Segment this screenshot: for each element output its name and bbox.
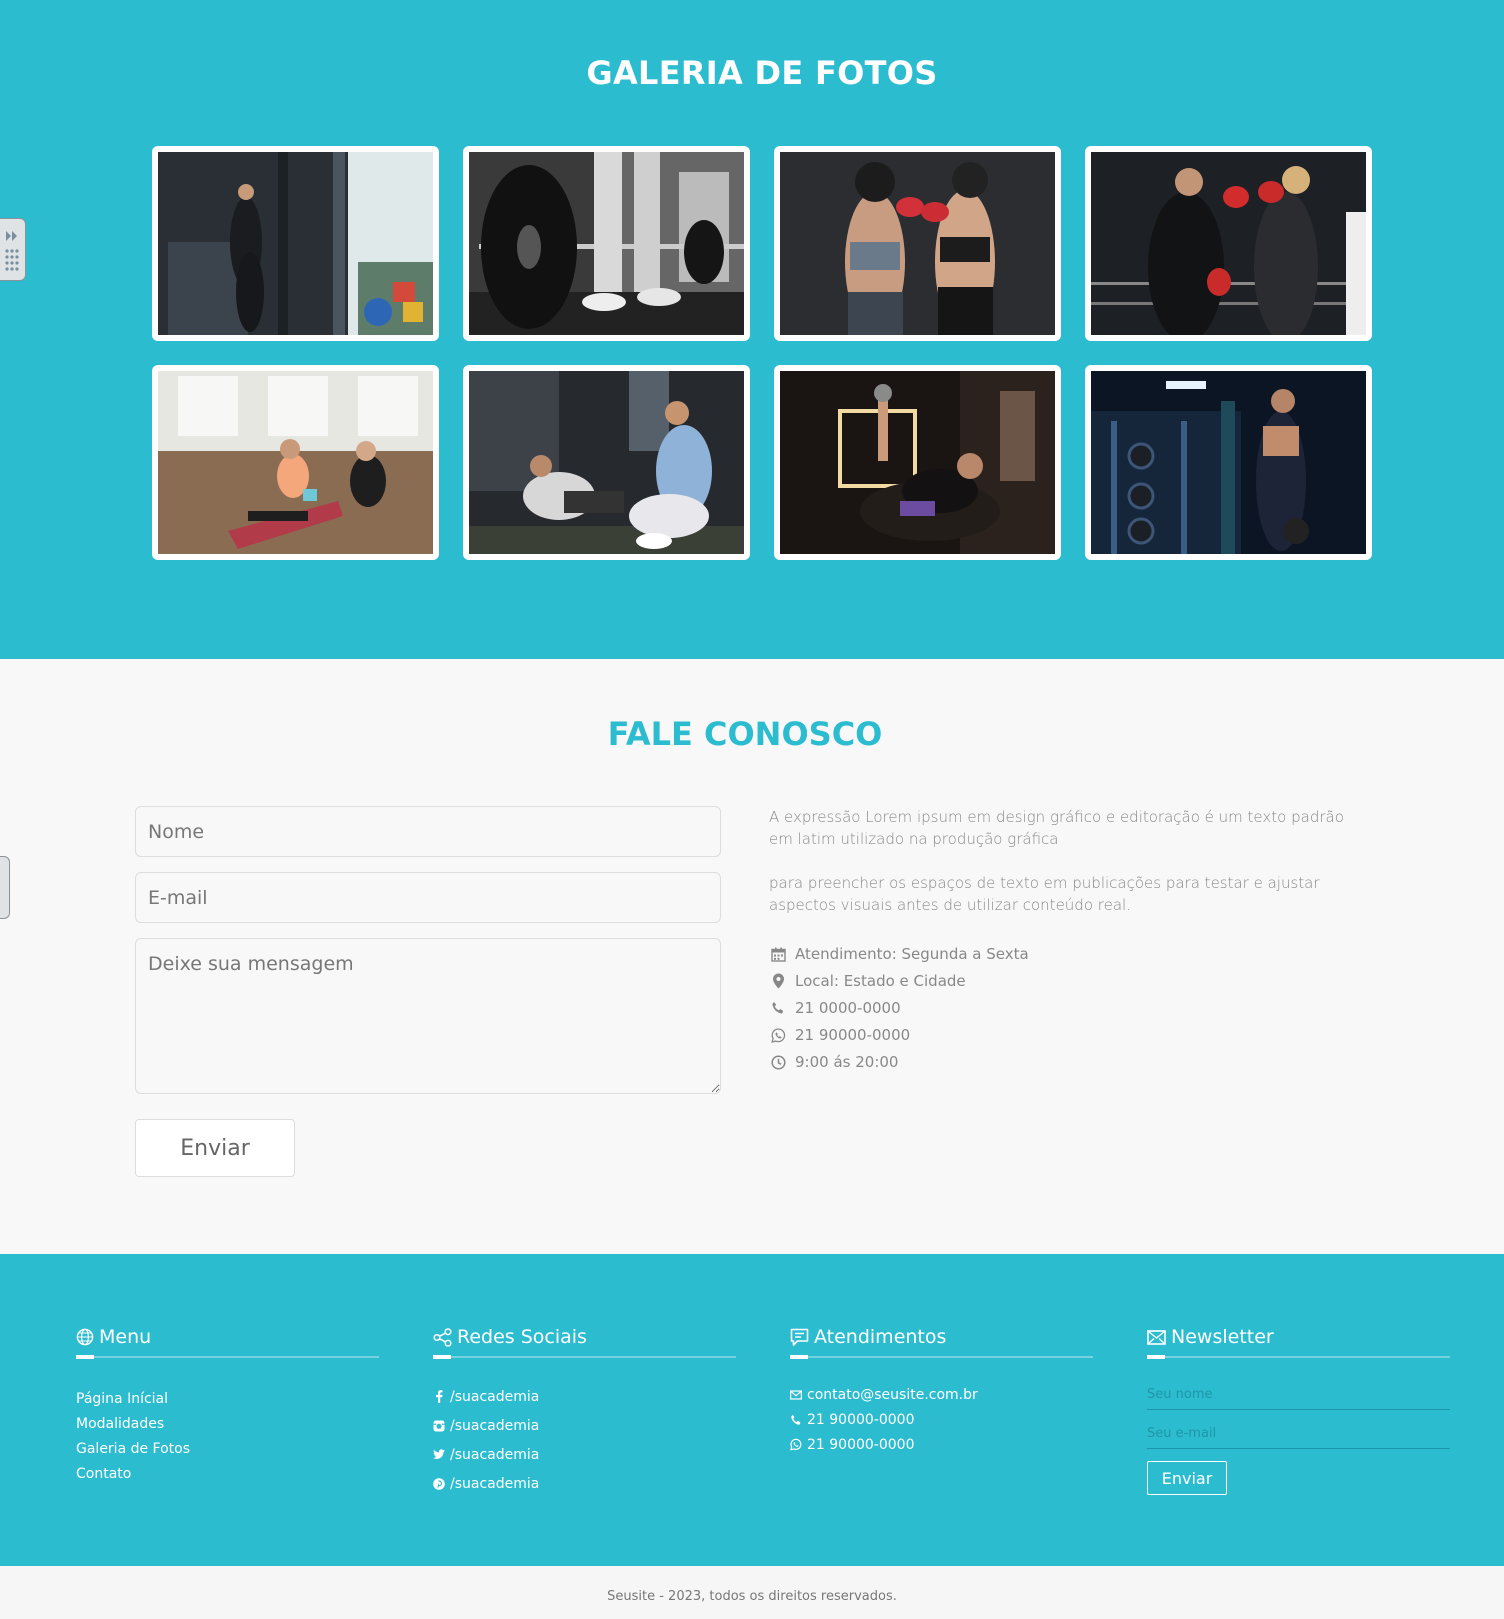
footer-social: Redes Sociais /suacademia /suacademia /s… [433, 1324, 736, 1498]
about-paragraph-2: para preencher os espaços de texto em pu… [769, 874, 1320, 914]
whatsapp-icon [790, 1438, 802, 1451]
footer-menu: Menu Página Inícial Modalidades Galeria … [76, 1324, 379, 1486]
footer-menu-link-contact[interactable]: Contato [76, 1461, 379, 1486]
footer-menu-link-modalidades[interactable]: Modalidades [76, 1411, 379, 1436]
chat-icon [790, 1328, 809, 1347]
gallery-section: GALERIA DE FOTOS [0, 0, 1504, 659]
footer-service-heading: Atendimentos [790, 1324, 1093, 1350]
footer-social-title: Redes Sociais [457, 1326, 587, 1348]
side-toolbar-handle[interactable] [0, 218, 26, 281]
footer-newsletter-heading: Newsletter [1147, 1324, 1450, 1350]
phone-icon [790, 1414, 802, 1426]
copyright-text: Seusite - 2023, todos os direitos reserv… [607, 1589, 897, 1604]
footer-newsletter-title: Newsletter [1171, 1326, 1274, 1348]
footer-social-facebook[interactable]: /suacademia [433, 1382, 736, 1411]
info-phone: 21 0000-0000 [769, 997, 901, 1019]
footer-service-email[interactable]: contato@seusite.com.br [790, 1382, 1093, 1407]
phone-icon [769, 999, 787, 1017]
about-paragraph-1: A expressão Lorem ipsum em design gráfic… [769, 808, 1344, 848]
newsletter-email-input[interactable] [1147, 1419, 1450, 1449]
footer-service-whatsapp[interactable]: 21 90000-0000 [790, 1432, 1093, 1457]
contact-send-button[interactable]: Enviar [135, 1119, 295, 1177]
footer-social-twitter[interactable]: /suacademia [433, 1440, 736, 1469]
gallery-photo-6[interactable] [463, 365, 750, 560]
footer-service-phone[interactable]: 21 90000-0000 [790, 1407, 1093, 1432]
footer-menu-divider [76, 1355, 379, 1359]
footer-menu-link-gallery[interactable]: Galeria de Fotos [76, 1436, 379, 1461]
gallery-photo-8[interactable] [1085, 365, 1372, 560]
instagram-icon [433, 1420, 445, 1432]
gallery-title: GALERIA DE FOTOS [586, 54, 938, 92]
footer-menu-heading: Menu [76, 1324, 379, 1350]
gallery-photo-2[interactable] [463, 146, 750, 341]
footer-social-divider [433, 1355, 736, 1359]
footer-newsletter-divider [1147, 1355, 1450, 1359]
gallery-photo-7[interactable] [774, 365, 1061, 560]
newsletter-name-input[interactable] [1147, 1380, 1450, 1410]
info-location: Local: Estado e Cidade [769, 970, 966, 992]
envelope-icon [790, 1389, 802, 1400]
envelope-icon [1147, 1329, 1166, 1345]
pinterest-icon [433, 1477, 445, 1490]
footer-social-instagram[interactable]: /suacademia [433, 1411, 736, 1440]
footer-newsletter: Newsletter Enviar [1147, 1324, 1450, 1495]
footer-service-divider [790, 1355, 1093, 1359]
gallery-photo-1[interactable] [152, 146, 439, 341]
footer: Menu Página Inícial Modalidades Galeria … [0, 1254, 1504, 1566]
email-input[interactable] [135, 872, 721, 923]
contact-title: FALE CONOSCO [607, 715, 883, 753]
side-panel-handle[interactable] [0, 856, 10, 919]
whatsapp-icon [769, 1026, 787, 1044]
footer-service-title: Atendimentos [814, 1326, 947, 1348]
info-hours-days: Atendimento: Segunda a Sexta [769, 943, 1029, 965]
globe-icon [76, 1328, 94, 1346]
clock-icon [769, 1053, 787, 1071]
copyright-bar: Seusite - 2023, todos os direitos reserv… [0, 1566, 1504, 1619]
map-pin-icon [769, 972, 787, 990]
facebook-icon [433, 1390, 445, 1403]
calendar-icon [769, 945, 787, 963]
info-hours: 9:00 ás 20:00 [769, 1051, 898, 1073]
fast-forward-icon [5, 231, 19, 271]
message-textarea[interactable] [135, 938, 721, 1094]
newsletter-send-button[interactable]: Enviar [1147, 1461, 1227, 1495]
footer-service: Atendimentos contato@seusite.com.br 21 9… [790, 1324, 1093, 1457]
footer-social-pinterest[interactable]: /suacademia [433, 1469, 736, 1498]
footer-menu-link-home[interactable]: Página Inícial [76, 1386, 379, 1411]
footer-social-heading: Redes Sociais [433, 1324, 736, 1350]
gallery-photo-4[interactable] [1085, 146, 1372, 341]
name-input[interactable] [135, 806, 721, 857]
share-icon [433, 1327, 452, 1347]
info-whatsapp: 21 90000-0000 [769, 1024, 910, 1046]
gallery-photo-3[interactable] [774, 146, 1061, 341]
footer-menu-title: Menu [99, 1326, 152, 1348]
twitter-icon [433, 1449, 445, 1460]
gallery-photo-5[interactable] [152, 365, 439, 560]
